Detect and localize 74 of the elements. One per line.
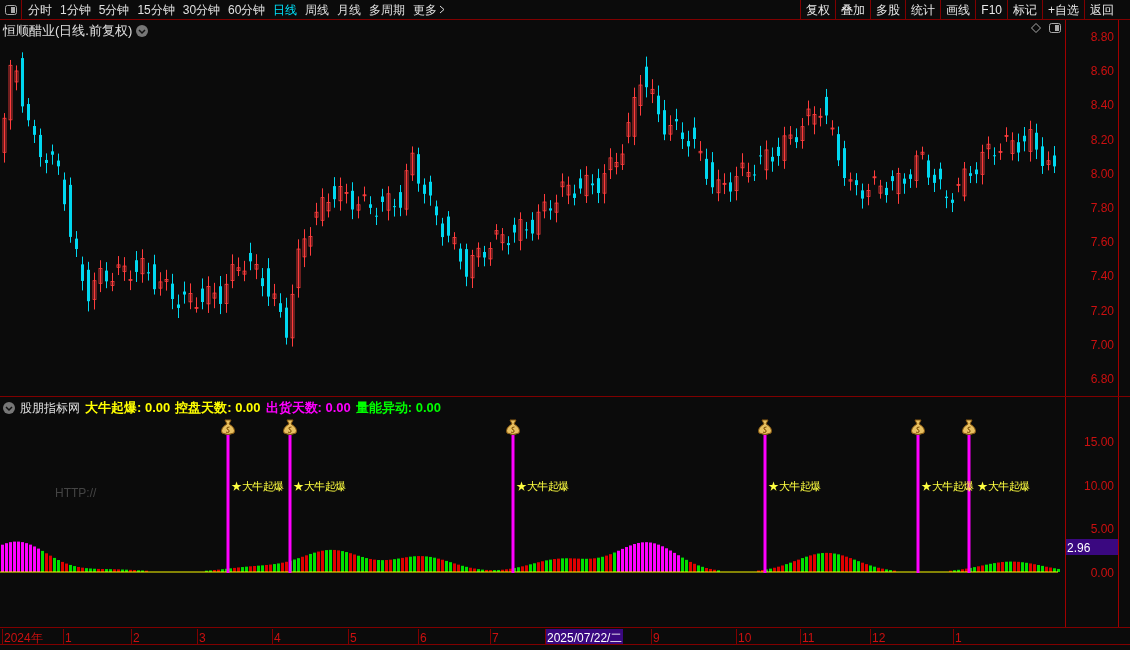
indicator-value: 大牛起爆: 0.00 bbox=[85, 399, 171, 417]
date-axis-label: 6 bbox=[418, 629, 428, 644]
period-tab[interactable]: 1分钟 bbox=[60, 0, 91, 19]
period-tab[interactable]: 60分钟 bbox=[228, 0, 266, 19]
price-axis-label: 8.40 bbox=[1090, 99, 1114, 112]
price-axis-label: 7.80 bbox=[1090, 202, 1114, 214]
indicator-value: 出货天数: 0.00 bbox=[265, 399, 351, 417]
period-tab[interactable]: 多周期 bbox=[369, 0, 406, 19]
money-bag-icon bbox=[962, 419, 976, 435]
price-axis-label: 7.00 bbox=[1090, 338, 1114, 351]
chevron-down-icon[interactable] bbox=[3, 401, 15, 414]
period-tab[interactable]: 分时 bbox=[28, 0, 52, 19]
date-axis-label: 2024年 bbox=[2, 629, 44, 644]
date-axis-label: 5 bbox=[348, 629, 358, 644]
indicator-axis-label: 5.00 bbox=[1090, 523, 1114, 536]
toolbar-button[interactable]: 标记 bbox=[1007, 0, 1042, 20]
panel-toggle-icon[interactable] bbox=[4, 4, 17, 15]
date-axis-label: 4 bbox=[272, 629, 282, 644]
money-bag-icon bbox=[758, 419, 772, 435]
price-axis-label: 7.60 bbox=[1090, 236, 1114, 249]
toolbar-button[interactable]: 叠加 bbox=[835, 0, 871, 20]
toolbar-button[interactable]: F10 bbox=[975, 0, 1007, 20]
money-bag-icon bbox=[221, 419, 235, 435]
signal-label: ★大牛起爆 bbox=[516, 479, 569, 494]
indicator-axis-label: 10.00 bbox=[1083, 479, 1114, 492]
date-axis-label: 10 bbox=[736, 629, 753, 644]
price-axis-label: 8.80 bbox=[1090, 31, 1114, 43]
date-axis-label: 9 bbox=[651, 629, 661, 644]
toolbar-button[interactable]: 返回 bbox=[1084, 0, 1119, 20]
indicator-axis-label: 15.00 bbox=[1083, 436, 1114, 448]
toolbar-button[interactable]: 画线 bbox=[940, 0, 976, 20]
chevron-right-icon bbox=[439, 5, 446, 14]
indicator-value: 量能异动: 0.00 bbox=[355, 399, 441, 417]
indicator-value: 控盘天数: 0.00 bbox=[175, 399, 261, 417]
date-axis-label: 1 bbox=[63, 629, 73, 644]
toolbar-button[interactable]: +自选 bbox=[1042, 0, 1084, 20]
panel-toggle-icon[interactable] bbox=[1049, 23, 1061, 33]
price-axis-label: 7.40 bbox=[1090, 270, 1114, 283]
signal-label: ★大牛起爆 bbox=[977, 479, 1030, 494]
toolbar-button[interactable]: 多股 bbox=[870, 0, 906, 20]
date-axis-label: 7 bbox=[490, 629, 500, 644]
price-axis-label: 8.60 bbox=[1090, 65, 1114, 78]
period-tab[interactable]: 周线 bbox=[305, 0, 330, 19]
price-axis-label: 8.00 bbox=[1090, 167, 1114, 180]
current-value-label: 2.96 bbox=[1066, 539, 1118, 555]
faint-text: HTTP:// bbox=[55, 485, 97, 502]
chevron-down-icon[interactable] bbox=[136, 24, 149, 37]
signal-label: ★大牛起爆 bbox=[768, 479, 821, 494]
price-axis-label: 7.20 bbox=[1090, 304, 1114, 317]
date-axis-label: 2 bbox=[131, 629, 141, 644]
date-axis-label: 2025/07/22/二 bbox=[545, 629, 624, 644]
period-tab[interactable]: 15分钟 bbox=[137, 0, 175, 19]
period-tab[interactable]: 日线 bbox=[273, 0, 298, 19]
price-axis-label: 8.20 bbox=[1090, 133, 1114, 146]
money-bag-icon bbox=[283, 419, 297, 435]
period-tab[interactable]: 月线 bbox=[337, 0, 362, 19]
period-tab[interactable]: 5分钟 bbox=[98, 0, 130, 19]
period-tab[interactable]: 30分钟 bbox=[182, 0, 221, 19]
period-tab[interactable]: 更多 bbox=[413, 0, 446, 19]
chart-title: 恒顺醋业(日线.前复权) bbox=[3, 22, 133, 40]
toolbar-button[interactable]: 统计 bbox=[905, 0, 941, 20]
toolbar-button[interactable]: 复权 bbox=[800, 0, 836, 20]
indicator-axis-label: 0.00 bbox=[1090, 567, 1114, 580]
money-bag-icon bbox=[506, 419, 520, 435]
date-axis-label: 1 bbox=[953, 629, 963, 644]
money-bag-icon bbox=[911, 419, 925, 435]
date-axis-label: 3 bbox=[197, 629, 207, 644]
indicator-name: 股朋指标网 bbox=[20, 399, 80, 417]
date-axis-label: 11 bbox=[800, 629, 816, 644]
price-axis-label: 6.80 bbox=[1090, 373, 1114, 385]
signal-label: ★大牛起爆 bbox=[231, 479, 284, 494]
date-axis-label: 12 bbox=[870, 629, 887, 644]
signal-label: ★大牛起爆 bbox=[293, 479, 346, 494]
diamond-icon[interactable] bbox=[1031, 23, 1041, 33]
